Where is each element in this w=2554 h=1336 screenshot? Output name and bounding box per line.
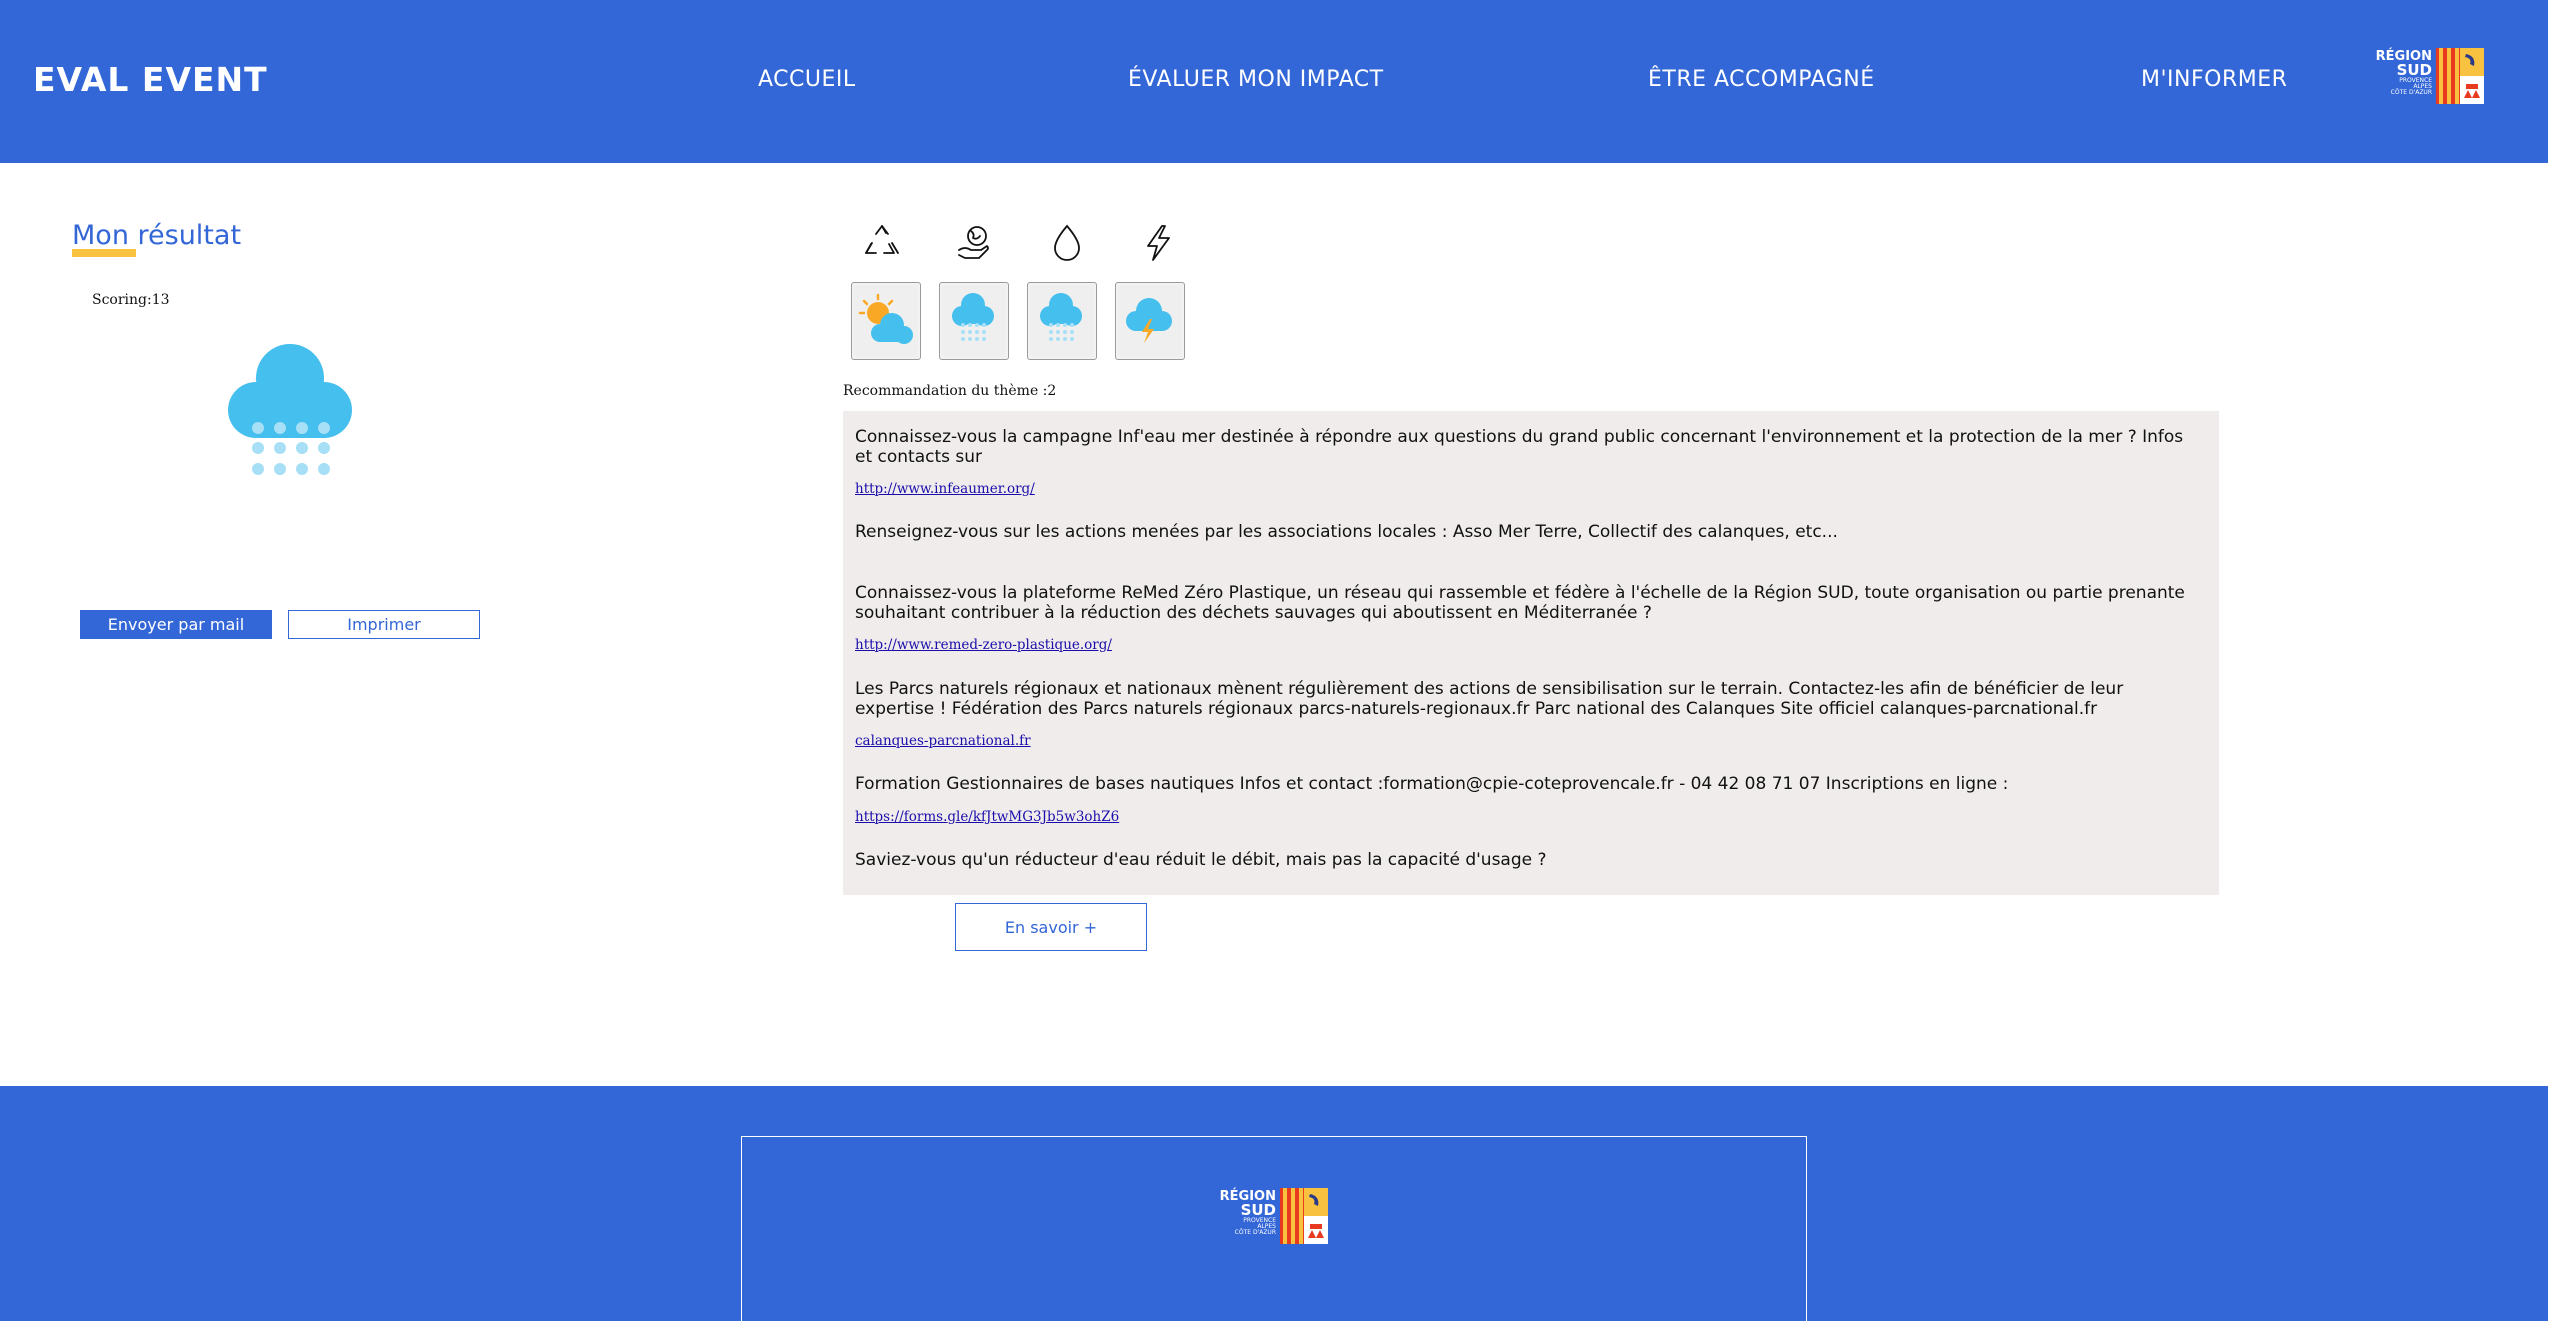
weather-card-theme-2[interactable] bbox=[939, 282, 1009, 360]
result-title: Mon résultat bbox=[72, 220, 242, 251]
nav-accueil[interactable]: ACCUEIL bbox=[758, 67, 856, 92]
hand-globe-icon[interactable] bbox=[955, 222, 995, 262]
brand-title[interactable]: EVAL EVENT bbox=[33, 60, 268, 99]
reco-link-3[interactable]: http://www.remed-zero-plastique.org/ bbox=[855, 637, 1112, 653]
footer-logo-text-sud: SUD bbox=[1240, 1201, 1276, 1219]
reco-link-5[interactable]: https://forms.gle/kfJtwMG3Jb5w3ohZ6 bbox=[855, 809, 1119, 825]
reco-link-1[interactable]: http://www.infeaumer.org/ bbox=[855, 481, 1035, 497]
lightning-icon[interactable] bbox=[1138, 222, 1178, 262]
recycle-icon[interactable] bbox=[862, 222, 902, 262]
region-shield-icon bbox=[1280, 1188, 1328, 1244]
region-shield-icon bbox=[2436, 48, 2484, 104]
recommendation-label: Recommandation du thème :2 bbox=[843, 383, 1057, 399]
reco-text-5: Formation Gestionnaires de bases nautiqu… bbox=[855, 774, 2009, 794]
footer-logo-text-cote-azur: CÔTE D'AZUR bbox=[1234, 1229, 1276, 1236]
reco-text-2: Renseignez-vous sur les actions menées p… bbox=[855, 522, 1838, 542]
rain-cloud-icon bbox=[228, 344, 352, 475]
print-button[interactable]: Imprimer bbox=[288, 610, 480, 639]
reco-text-3: Connaissez-vous la plateforme ReMed Zéro… bbox=[855, 583, 2185, 623]
footer-region-sud-logo[interactable]: RÉGION SUD PROVENCE ALPES CÔTE D'AZUR bbox=[1214, 1188, 1344, 1250]
water-drop-icon[interactable] bbox=[1047, 222, 1087, 262]
weather-card-theme-1[interactable] bbox=[851, 282, 921, 360]
learn-more-button[interactable]: En savoir + bbox=[955, 903, 1147, 951]
send-by-mail-button[interactable]: Envoyer par mail bbox=[80, 610, 272, 639]
scoring-value: Scoring:13 bbox=[92, 292, 170, 308]
logo-text-sud: SUD bbox=[2396, 61, 2432, 79]
nav-etre-accompagne[interactable]: ÊTRE ACCOMPAGNÉ bbox=[1648, 67, 1875, 92]
reco-text-1: Connaissez-vous la campagne Inf'eau mer … bbox=[855, 427, 2184, 467]
title-underline bbox=[72, 249, 136, 257]
nav-m-informer[interactable]: M'INFORMER bbox=[2141, 67, 2287, 92]
top-header: EVAL EVENT ACCUEIL ÉVALUER MON IMPACT ÊT… bbox=[0, 0, 2548, 163]
nav-evaluer-mon-impact[interactable]: ÉVALUER MON IMPACT bbox=[1128, 67, 1384, 92]
storm-cloud-icon bbox=[1126, 298, 1172, 343]
weather-card-theme-4[interactable] bbox=[1115, 282, 1185, 360]
weather-card-theme-3[interactable] bbox=[1027, 282, 1097, 360]
reco-text-6: Saviez-vous qu'un réducteur d'eau réduit… bbox=[855, 850, 1547, 870]
reco-link-4[interactable]: calanques-parcnational.fr bbox=[855, 733, 1031, 749]
logo-text-cote-azur: CÔTE D'AZUR bbox=[2390, 89, 2432, 96]
reco-text-4: Les Parcs naturels régionaux et nationau… bbox=[855, 679, 2124, 719]
region-sud-logo[interactable]: RÉGION SUD PROVENCE ALPES CÔTE D'AZUR bbox=[2370, 48, 2500, 110]
rain-cloud-icon bbox=[1040, 293, 1082, 341]
page-right-edge bbox=[2548, 0, 2554, 1321]
rain-cloud-icon bbox=[952, 293, 994, 341]
sun-cloud-icon bbox=[858, 293, 913, 344]
